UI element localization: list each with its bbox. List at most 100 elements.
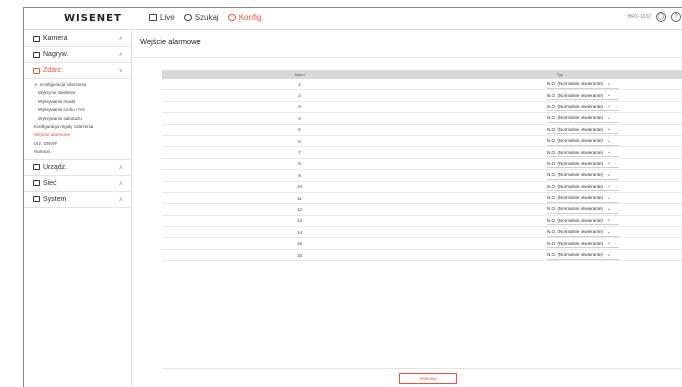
page-title: Wejście alarmowe: [140, 37, 201, 46]
alarm-number: 16: [296, 252, 302, 258]
main-content: Wejście alarmowe Alarm Typ 1 N.O. (Normal…: [132, 31, 682, 387]
type-select[interactable]: N.O. (Normalnie otwierante) ⌄: [547, 102, 619, 112]
event-icon: [33, 67, 40, 74]
type-select[interactable]: N.O. (Normalnie otwierante) ⌄: [547, 148, 619, 158]
sidebar-subitem[interactable]: Wykrywanie sabotażu: [24, 115, 131, 123]
chevron-down-icon: ⌄: [607, 114, 612, 121]
top-bar: WISENET Live Szukaj Konfig HRX-1632 ◯ ?: [24, 8, 682, 30]
type-select[interactable]: N.O. (Normalnie otwierante) ⌄: [547, 216, 619, 226]
user-icon[interactable]: ◯: [656, 12, 666, 22]
camera-icon: [33, 35, 40, 42]
chevron-down-icon: ⌄: [607, 240, 612, 247]
type-select[interactable]: N.O. (Normalnie otwierante) ⌄: [547, 91, 619, 101]
type-select[interactable]: N.O. (Normalnie otwierante) ⌄: [547, 182, 619, 192]
sidebar-item-record[interactable]: Nagryw. ∧: [24, 47, 131, 63]
type-select[interactable]: N.O. (Normalnie otwierante) ⌄: [547, 228, 619, 237]
header-tools: HRX-1632 ◯ ?: [628, 12, 681, 22]
type-select[interactable]: N.O. (Normalnie otwierante) ⌄: [547, 114, 619, 123]
type-cell: N.O. (Normalnie otwierante) ⌄: [437, 205, 682, 214]
alarm-number: 14: [296, 229, 302, 235]
table-row: 6 N.O. (Normalnie otwierante) ⌄: [162, 136, 682, 148]
alarm-number: 13: [296, 218, 302, 224]
sidebar-subitem-label: Wykrywanie sabotażu: [38, 115, 82, 121]
table-row: 13 N.O. (Normalnie otwierante) ⌄: [162, 216, 682, 228]
type-select[interactable]: N.O. (Normalnie otwierante) ⌄: [547, 137, 619, 146]
sidebar-item-device[interactable]: Urządz. ∧: [24, 160, 131, 176]
type-select[interactable]: N.O. (Normalnie otwierante) ⌄: [547, 171, 619, 180]
type-select[interactable]: N.O. (Normalnie otwierante) ⌄: [547, 159, 619, 169]
type-select-value: N.O. (Normalnie otwierante): [547, 126, 604, 132]
column-header-alarm: Alarm: [294, 72, 305, 77]
sidebar-subitem[interactable]: Konfiguracja reguły zdarzenia: [24, 123, 131, 131]
sidebar-item-camera[interactable]: Kamera ∧: [24, 31, 131, 47]
type-select-value: N.O. (Normalnie otwierante): [547, 252, 604, 258]
alarm-number: 7: [298, 150, 301, 156]
event-submenu: ∨ Konfiguracja zdarzenia Wykrycie obiektów…: [24, 79, 131, 160]
sidebar-subitem[interactable]: Wykrywanie ruchu i IVA: [24, 106, 131, 114]
chevron-down-icon: ⌄: [607, 160, 612, 167]
device-icon: [33, 164, 40, 171]
type-select[interactable]: N.O. (Normalnie otwierante) ⌄: [547, 125, 619, 135]
table-row: 1 N.O. (Normalnie otwierante) ⌄: [162, 79, 682, 91]
type-select[interactable]: N.O. (Normalnie otwierante) ⌄: [547, 239, 619, 249]
chevron-icon: ∧: [118, 36, 123, 42]
type-select-value: N.O. (Normalnie otwierante): [547, 138, 604, 144]
alarm-number: 3: [298, 104, 301, 110]
alarm-table: Alarm Typ 1 N.O. (Normalnie otwierante) ⌄ 2…: [162, 70, 682, 262]
chevron-down-icon: ⌄: [607, 228, 612, 235]
main-nav: Live Szukaj Konfig: [149, 13, 261, 22]
help-icon[interactable]: ?: [671, 12, 681, 22]
nav-settings[interactable]: Konfig: [227, 13, 261, 22]
divider: [162, 368, 682, 369]
alarm-number: 8: [298, 161, 301, 167]
type-select[interactable]: N.O. (Normalnie otwierante) ⌄: [547, 205, 619, 214]
sidebar-subitem[interactable]: Wykrywanie maski: [24, 98, 131, 106]
type-select[interactable]: N.O. (Normalnie otwierante) ⌄: [547, 251, 619, 260]
chevron-down-icon: ∨: [34, 82, 38, 87]
table-row: 10 N.O. (Normalnie otwierante) ⌄: [162, 182, 682, 193]
sidebar-subitem[interactable]: ∨ Konfiguracja zdarzenia: [24, 81, 131, 89]
alarm-number: 15: [296, 241, 302, 247]
sidebar-subitem[interactable]: Harmon.: [24, 148, 131, 156]
chevron-icon: ∧: [118, 180, 123, 187]
type-cell: N.O. (Normalnie otwierante) ⌄: [437, 182, 682, 192]
type-cell: N.O. (Normalnie otwierante) ⌄: [437, 137, 682, 146]
apply-button[interactable]: Zastosuj: [399, 373, 457, 384]
table-row: 12 N.O. (Normalnie otwierante) ⌄: [162, 204, 682, 216]
nav-search[interactable]: Szukaj: [183, 13, 219, 22]
alarm-number: 2: [298, 93, 301, 99]
nav-label: Szukaj: [194, 13, 219, 22]
type-cell: N.O. (Normalnie otwierante) ⌄: [437, 228, 682, 237]
sidebar-item-label: Zdarz.: [43, 67, 63, 74]
chevron-down-icon: ⌄: [607, 171, 612, 178]
sidebar-subitem-label: Wykrycie obiektów: [38, 90, 76, 96]
model-label: HRX-1632: [627, 14, 651, 20]
sidebar-item-system[interactable]: System ∧: [24, 192, 131, 208]
chevron-down-icon: ⌄: [607, 137, 612, 144]
table-row: 14 N.O. (Normalnie otwierante) ⌄: [162, 227, 682, 239]
alarm-number: 10: [296, 184, 302, 190]
sidebar-subitem-label: Wejście alarmowe: [34, 132, 71, 138]
chevron-icon: ∨: [118, 68, 123, 74]
nav-monitor[interactable]: Live: [149, 13, 175, 22]
sidebar-subitem[interactable]: Wykrycie obiektów: [24, 89, 131, 97]
alarm-number: 11: [297, 195, 302, 201]
sidebar-subitem-label: Wykrywanie maski: [38, 98, 76, 104]
type-cell: N.O. (Normalnie otwierante) ⌄: [437, 194, 682, 203]
chevron-down-icon: ⌄: [607, 103, 612, 110]
sidebar-item-event[interactable]: Zdarz. ∨: [24, 63, 131, 79]
sidebar-subitem[interactable]: Wejście alarmowe: [24, 131, 131, 139]
type-select[interactable]: N.O. (Normalnie otwierante) ⌄: [547, 80, 619, 89]
sidebar-subitem[interactable]: Urz. ONVIF: [24, 140, 131, 148]
type-cell: N.O. (Normalnie otwierante) ⌄: [437, 91, 682, 101]
alarm-number: 12: [296, 206, 302, 212]
type-cell: N.O. (Normalnie otwierante) ⌄: [437, 171, 682, 180]
chevron-down-icon: ⌄: [607, 80, 612, 87]
type-cell: N.O. (Normalnie otwierante) ⌄: [437, 159, 682, 169]
type-select-value: N.O. (Normalnie otwierante): [547, 183, 604, 189]
chevron-down-icon: ⌄: [607, 126, 612, 133]
sidebar-item-network[interactable]: Sieć ∧: [24, 176, 131, 192]
search-icon: [183, 14, 192, 21]
type-select[interactable]: N.O. (Normalnie otwierante) ⌄: [547, 194, 619, 203]
table-row: 11 N.O. (Normalnie otwierante) ⌄: [162, 193, 682, 205]
